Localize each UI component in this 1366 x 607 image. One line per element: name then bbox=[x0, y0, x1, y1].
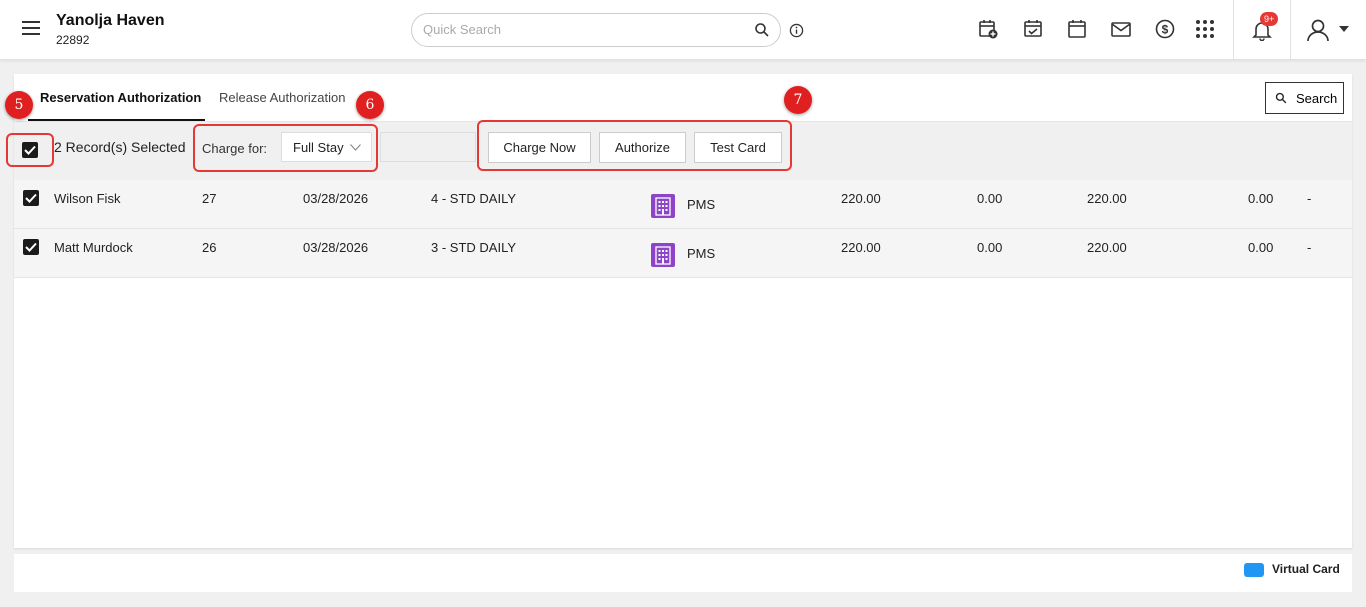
virtual-card-swatch bbox=[1244, 563, 1264, 577]
amount-authorized: 0.00 bbox=[1248, 191, 1274, 206]
arrival-date: 03/28/2026 bbox=[303, 240, 369, 255]
table-row[interactable]: Wilson Fisk 27 03/28/2026 4 - STD DAILY … bbox=[14, 180, 1352, 229]
charge-now-button[interactable]: Charge Now bbox=[488, 132, 591, 163]
quick-search-input[interactable] bbox=[423, 22, 743, 37]
annotation-marker-5: 5 bbox=[5, 91, 33, 119]
room-number: 27 bbox=[202, 191, 217, 206]
annotation-marker-7: 7 bbox=[784, 86, 812, 114]
row-checkbox[interactable] bbox=[23, 239, 39, 255]
svg-text:$: $ bbox=[1162, 23, 1169, 37]
header-divider bbox=[1290, 0, 1291, 60]
guest-name: Matt Murdock bbox=[54, 240, 133, 255]
guest-name: Wilson Fisk bbox=[54, 191, 121, 206]
room-number: 26 bbox=[202, 240, 217, 255]
apps-grid-icon[interactable] bbox=[1194, 18, 1216, 40]
table-row[interactable]: Matt Murdock 26 03/28/2026 3 - STD DAILY… bbox=[14, 229, 1352, 278]
property-code: 22892 bbox=[56, 33, 90, 47]
charge-for-select[interactable]: Full Stay bbox=[281, 132, 372, 162]
calendar-check-icon[interactable] bbox=[1022, 18, 1044, 40]
calendar-icon[interactable] bbox=[1066, 18, 1088, 40]
search-button[interactable]: Search bbox=[1265, 82, 1344, 114]
amount-balance: 220.00 bbox=[1087, 240, 1127, 255]
rate-plan: 3 - STD DAILY bbox=[431, 240, 517, 255]
quick-search bbox=[411, 13, 781, 47]
rate-plan: 4 - STD DAILY bbox=[431, 191, 517, 206]
amount-paid: 0.00 bbox=[977, 191, 1003, 206]
test-card-button[interactable]: Test Card bbox=[694, 132, 782, 163]
extra-value: - bbox=[1307, 191, 1312, 206]
charge-for-label: Charge for: bbox=[202, 141, 268, 156]
tab-release-authorization[interactable]: Release Authorization bbox=[219, 90, 345, 105]
menu-icon[interactable] bbox=[22, 21, 40, 35]
dollar-icon[interactable]: $ bbox=[1154, 18, 1176, 40]
user-icon[interactable] bbox=[1305, 17, 1331, 43]
charge-amount-input[interactable] bbox=[380, 132, 476, 162]
checkmark-icon bbox=[25, 193, 37, 203]
top-bar: Yanolja Haven 22892 $ 9+ bbox=[0, 0, 1366, 60]
amount-authorized: 0.00 bbox=[1248, 240, 1274, 255]
property-name: Yanolja Haven bbox=[56, 12, 165, 29]
search-button-label: Search bbox=[1296, 91, 1338, 106]
row-checkbox[interactable] bbox=[23, 190, 39, 206]
source-label: PMS bbox=[687, 197, 716, 212]
source-label: PMS bbox=[687, 246, 716, 261]
amount-total: 220.00 bbox=[841, 191, 881, 206]
search-icon bbox=[1275, 92, 1287, 104]
records-selected-count: 2 Record(s) Selected bbox=[54, 139, 186, 155]
building-icon bbox=[651, 194, 675, 218]
amount-paid: 0.00 bbox=[977, 240, 1003, 255]
chevron-down-icon bbox=[350, 144, 361, 151]
bulk-action-toolbar: 2 Record(s) Selected Charge for: Full St… bbox=[14, 122, 1352, 180]
legend-bar: Virtual Card bbox=[14, 554, 1352, 592]
amount-total: 220.00 bbox=[841, 240, 881, 255]
checkmark-icon bbox=[24, 145, 36, 155]
building-icon bbox=[651, 243, 675, 267]
mail-icon[interactable] bbox=[1110, 18, 1132, 40]
annotation-marker-6: 6 bbox=[356, 91, 384, 119]
charge-for-value: Full Stay bbox=[293, 140, 344, 155]
virtual-card-label: Virtual Card bbox=[1272, 562, 1340, 576]
tab-reservation-authorization[interactable]: Reservation Authorization bbox=[40, 90, 201, 105]
arrival-date: 03/28/2026 bbox=[303, 191, 369, 206]
authorization-panel: Reservation Authorization Release Author… bbox=[14, 74, 1352, 548]
amount-balance: 220.00 bbox=[1087, 191, 1127, 206]
search-icon[interactable] bbox=[754, 22, 770, 38]
notification-badge: 9+ bbox=[1260, 12, 1279, 26]
header-divider bbox=[1233, 0, 1234, 60]
chevron-down-icon[interactable] bbox=[1339, 25, 1349, 33]
authorize-button[interactable]: Authorize bbox=[599, 132, 686, 163]
info-icon[interactable] bbox=[789, 23, 804, 38]
calendar-add-icon[interactable] bbox=[977, 18, 999, 40]
checkmark-icon bbox=[25, 242, 37, 252]
select-all-checkbox[interactable] bbox=[22, 142, 38, 158]
extra-value: - bbox=[1307, 240, 1312, 255]
